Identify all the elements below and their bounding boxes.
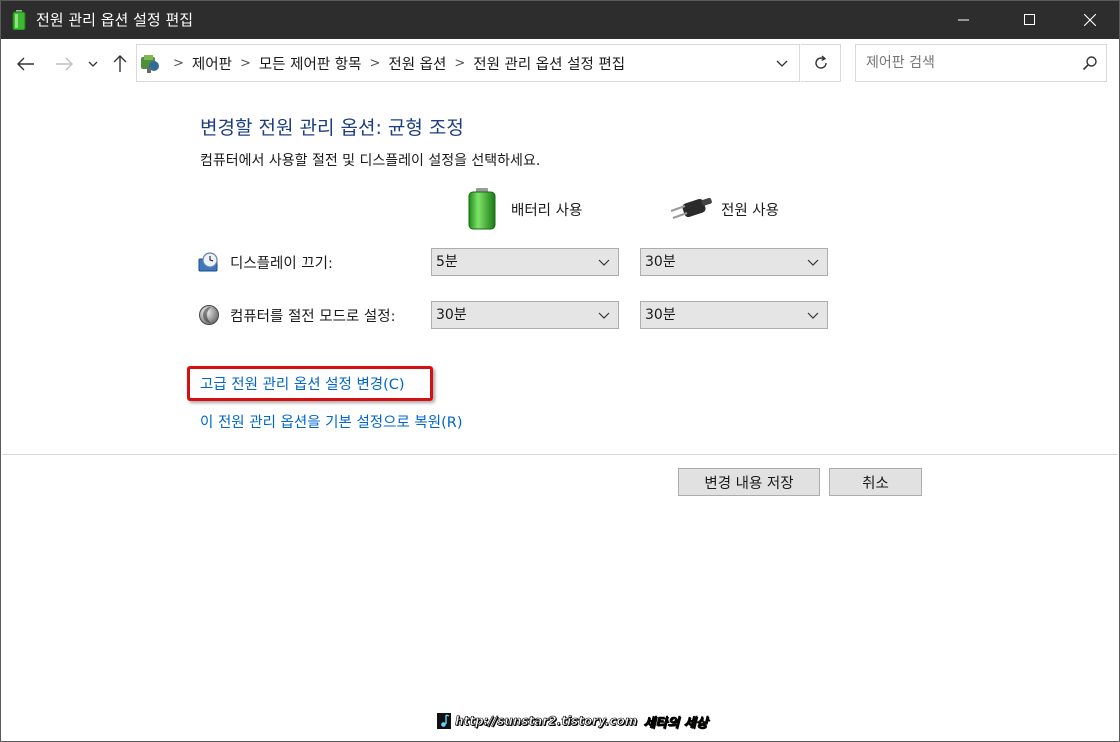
advanced-settings-link[interactable]: 고급 전원 관리 옵션 설정 변경(C) [200,375,405,395]
arrow-left-icon [17,57,34,71]
chevron-down-icon [776,60,788,67]
watermark-name: 세타의 세상 [643,715,708,731]
refresh-icon [814,55,827,69]
search-box[interactable] [855,44,1107,82]
plugged-in-column-label: 전원 사용 [721,202,779,219]
address-bar[interactable]: > 제어판 > 모든 제어판 항목 > 전원 옵션 > 전원 관리 옵션 설정 … [136,44,800,82]
sleep-row: 컴퓨터를 절전 모드로 설정: [198,301,395,329]
battery-column-label: 배터리 사용 [511,202,583,219]
breadcrumb-control-panel[interactable]: 제어판 [192,53,232,74]
chevron-down-icon [88,61,98,67]
page-description: 컴퓨터에서 사용할 절전 및 디스플레이 설정을 선택하세요. [200,153,541,169]
breadcrumb-separator: > [173,55,184,71]
sleep-label: 컴퓨터를 절전 모드로 설정: [230,308,396,325]
close-icon [1084,14,1096,26]
display-off-label: 디스플레이 끄기: [230,255,333,272]
maximize-button[interactable] [1007,1,1053,39]
refresh-button[interactable] [801,44,841,82]
battery-app-icon [12,10,26,30]
divider [2,454,1118,455]
chevron-down-icon [807,312,819,319]
breadcrumb-power-options[interactable]: 전원 옵션 [388,53,446,74]
arrow-right-icon [56,57,73,71]
display-clock-icon [198,252,218,272]
cancel-button[interactable]: 취소 [829,468,922,496]
display-off-battery-select[interactable]: 5분 [431,248,619,276]
display-off-plugged-select[interactable]: 30분 [640,248,828,276]
plugged-in-column-header: 전원 사용 [669,187,779,231]
save-changes-button[interactable]: 변경 내용 저장 [678,468,820,496]
sleep-battery-select[interactable]: 30분 [431,301,619,329]
display-off-battery-value: 5분 [436,254,458,270]
window: 전원 관리 옵션 설정 편집 > 제어판 > 모든 제어판 항목 > 전원 옵션… [0,0,1120,742]
chevron-down-icon [807,259,819,266]
sleep-plugged-select[interactable]: 30분 [640,301,828,329]
sleep-battery-value: 30분 [436,307,467,323]
sleep-moon-icon [199,305,219,325]
display-off-plugged-value: 30분 [645,254,676,270]
watermark: http://sunstar2.tistory.com 세타의 세상 [437,711,708,731]
page-title: 변경할 전원 관리 옵션: 균형 조정 [200,117,464,139]
navigation-bar: > 제어판 > 모든 제어판 항목 > 전원 옵션 > 전원 관리 옵션 설정 … [1,39,1119,88]
breadcrumb-separator: > [239,55,251,71]
back-button[interactable] [15,53,37,75]
restore-defaults-link[interactable]: 이 전원 관리 옵션을 기본 설정으로 복원(R) [200,413,462,433]
window-title: 전원 관리 옵션 설정 편집 [36,11,194,29]
minimize-icon [958,19,969,21]
close-button[interactable] [1067,1,1113,39]
breadcrumb-all-items[interactable]: 모든 제어판 항목 [259,53,362,74]
control-panel-icon [141,55,159,73]
minimize-button[interactable] [941,1,987,39]
battery-column-header: 배터리 사용 [467,187,582,231]
arrow-up-icon [113,55,127,72]
breadcrumb-edit-plan[interactable]: 전원 관리 옵션 설정 편집 [473,53,625,74]
music-note-icon [437,713,451,729]
sleep-plugged-value: 30분 [645,307,676,323]
watermark-url: http://sunstar2.tistory.com [455,714,638,729]
breadcrumb: > 제어판 > 모든 제어판 항목 > 전원 옵션 > 전원 관리 옵션 설정 … [165,45,625,81]
breadcrumb-separator: > [369,55,381,71]
maximize-icon [1024,14,1035,25]
chevron-down-icon [598,259,610,266]
search-input[interactable] [866,53,1066,73]
recent-locations-button[interactable] [85,53,101,75]
search-icon[interactable] [1082,55,1098,71]
battery-icon [468,188,496,230]
breadcrumb-separator: > [454,55,466,71]
address-dropdown-button[interactable] [771,53,793,75]
title-bar[interactable]: 전원 관리 옵션 설정 편집 [1,1,1119,39]
forward-button[interactable] [53,53,75,75]
chevron-down-icon [598,312,610,319]
power-plug-icon [670,197,712,219]
display-off-row: 디스플레이 끄기: [198,248,333,276]
up-button[interactable] [109,53,131,75]
